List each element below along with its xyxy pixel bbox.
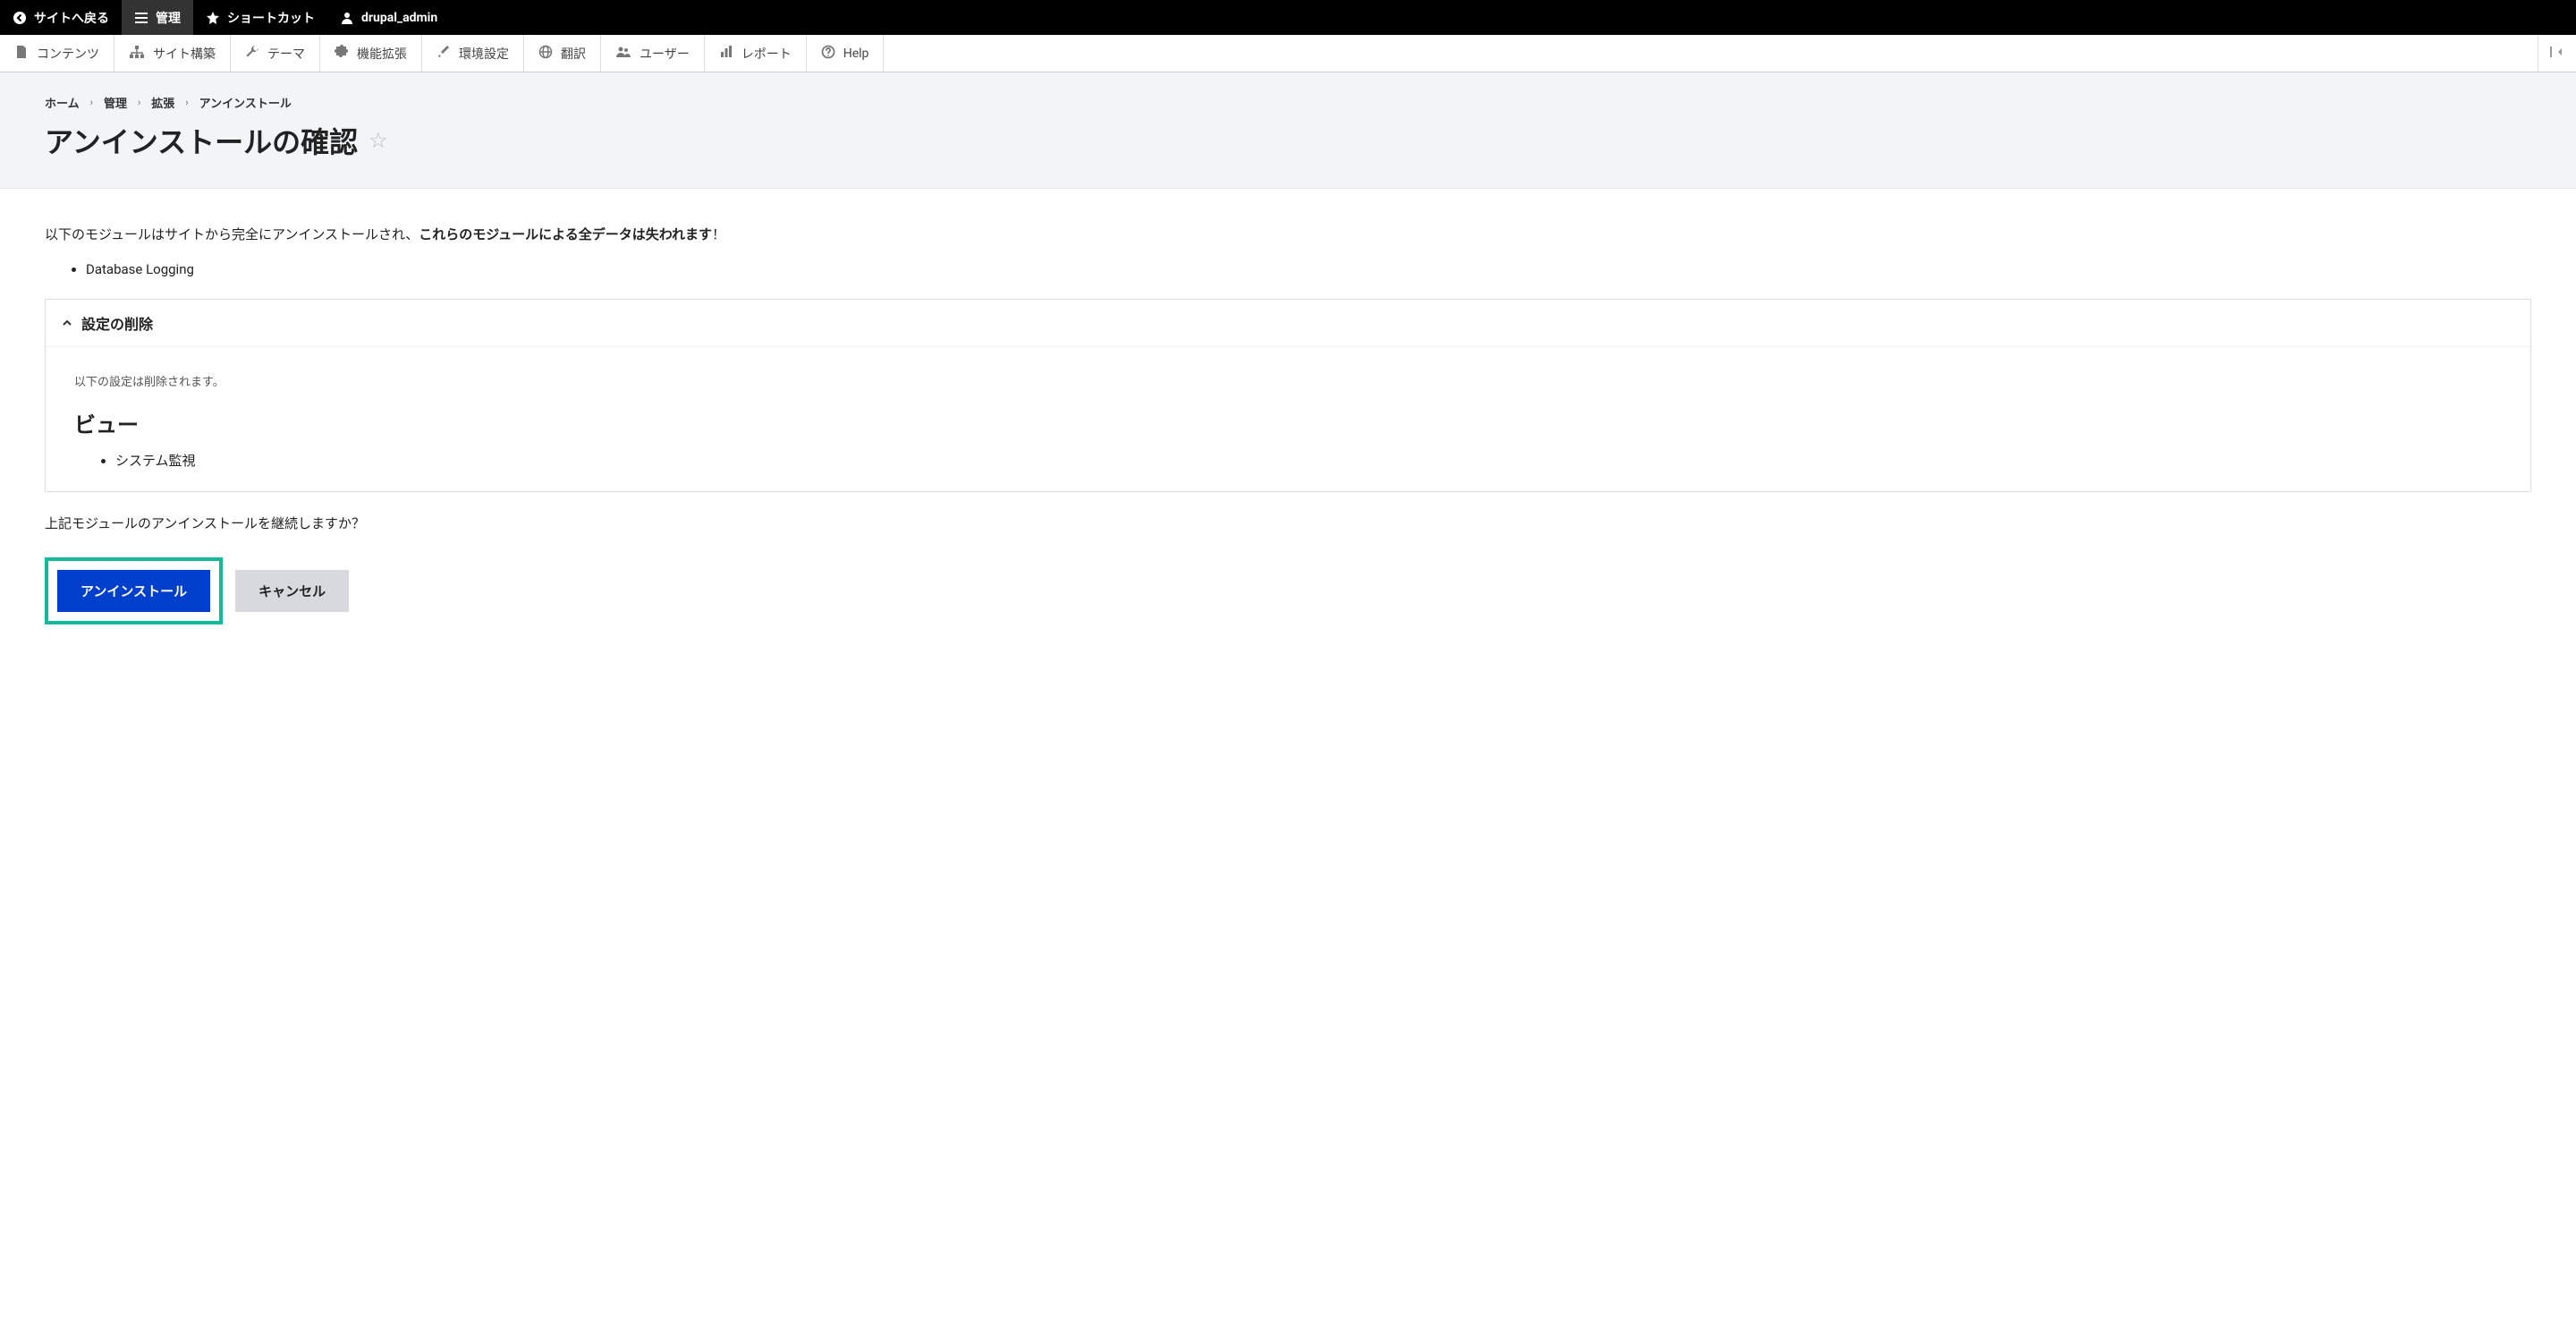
puzzle-icon xyxy=(335,45,349,63)
menu-people-label: ユーザー xyxy=(640,45,690,63)
page-title: アンインストールの確認 xyxy=(45,120,358,161)
admin-menu: コンテンツ サイト構築 テーマ 機能拡張 環境設定 翻訳 ユーザー xyxy=(0,35,2576,72)
menu-appearance[interactable]: テーマ xyxy=(231,35,320,72)
collapse-icon xyxy=(2549,45,2565,63)
menu-reports-label: レポート xyxy=(741,45,792,63)
breadcrumb-home[interactable]: ホーム xyxy=(45,94,80,111)
confirm-text: 上記モジュールのアンインストールを継続しますか？ xyxy=(45,514,2531,532)
menu-collapse[interactable] xyxy=(2538,35,2576,72)
user-menu[interactable]: drupal_admin xyxy=(327,0,450,35)
page-title-wrap: アンインストールの確認 ☆ xyxy=(45,120,2531,161)
back-arrow-icon xyxy=(13,11,27,25)
people-icon xyxy=(615,45,631,63)
manage-label: 管理 xyxy=(156,9,181,27)
menu-extend[interactable]: 機能拡張 xyxy=(320,35,422,72)
breadcrumb-admin[interactable]: 管理 xyxy=(104,94,127,111)
chevron-right-icon: › xyxy=(138,97,140,108)
top-toolbar: サイトへ戻る 管理 ショートカット drupal_admin xyxy=(0,0,2576,35)
menu-translate-label: 翻訳 xyxy=(561,45,586,63)
user-label: drupal_admin xyxy=(361,11,437,25)
menu-extend-label: 機能拡張 xyxy=(357,45,407,63)
config-deletion-details: 設定の削除 以下の設定は削除されます。 ビュー システム監視 xyxy=(45,299,2531,492)
intro-text: 以下のモジュールはサイトから完全にアンインストールされ、これらのモジュールによる… xyxy=(45,225,2531,243)
star-icon xyxy=(206,11,220,25)
details-summary[interactable]: 設定の削除 xyxy=(46,300,2530,347)
intro-prefix: 以下のモジュールはサイトから完全にアンインストールされ、 xyxy=(45,226,419,242)
menu-structure-label: サイト構築 xyxy=(153,45,216,63)
back-to-site[interactable]: サイトへ戻る xyxy=(0,0,122,35)
file-icon xyxy=(14,45,29,63)
breadcrumb: ホーム › 管理 › 拡張 › アンインストール xyxy=(45,94,2531,111)
menu-config[interactable]: 環境設定 xyxy=(422,35,524,72)
header-region: ホーム › 管理 › 拡張 › アンインストール アンインストールの確認 ☆ xyxy=(0,72,2576,189)
details-summary-label: 設定の削除 xyxy=(81,312,153,334)
details-list-item: システム監視 xyxy=(115,451,2502,470)
uninstall-button[interactable]: アンインストール xyxy=(57,570,210,612)
shortcuts-label: ショートカット xyxy=(227,9,315,27)
shortcuts-toggle[interactable]: ショートカット xyxy=(193,0,327,35)
intro-bold: これらのモジュールによる全データは失われます xyxy=(419,226,712,242)
intro-suffix: ！ xyxy=(712,226,725,242)
back-to-site-label: サイトへ戻る xyxy=(34,9,109,27)
structure-icon xyxy=(129,45,145,63)
menu-structure[interactable]: サイト構築 xyxy=(114,35,231,72)
tool-icon xyxy=(436,45,451,63)
menu-content[interactable]: コンテンツ xyxy=(0,35,114,72)
chevron-right-icon: › xyxy=(185,97,188,108)
details-heading: ビュー xyxy=(74,407,2502,438)
shortcut-star-icon[interactable]: ☆ xyxy=(369,128,388,153)
chart-icon xyxy=(719,45,733,63)
wrench-icon xyxy=(245,45,259,63)
hamburger-icon xyxy=(134,11,148,25)
details-body: 以下の設定は削除されます。 ビュー システム監視 xyxy=(46,347,2530,491)
module-list: Database Logging xyxy=(86,261,2531,277)
menu-appearance-label: テーマ xyxy=(267,45,305,63)
user-icon xyxy=(340,11,354,25)
menu-spacer xyxy=(884,35,2538,72)
chevron-right-icon: › xyxy=(90,97,93,108)
main-content: 以下のモジュールはサイトから完全にアンインストールされ、これらのモジュールによる… xyxy=(0,189,2576,660)
manage-toggle[interactable]: 管理 xyxy=(122,0,193,35)
menu-config-label: 環境設定 xyxy=(459,45,509,63)
action-buttons: アンインストール キャンセル xyxy=(45,557,2531,624)
breadcrumb-uninstall[interactable]: アンインストール xyxy=(199,94,292,111)
breadcrumb-extend[interactable]: 拡張 xyxy=(151,94,174,111)
menu-help-label: Help xyxy=(843,47,869,61)
highlight-box: アンインストール xyxy=(45,557,223,624)
details-note: 以下の設定は削除されます。 xyxy=(74,372,2502,389)
details-list: システム監視 xyxy=(115,451,2502,470)
menu-translate[interactable]: 翻訳 xyxy=(524,35,601,72)
menu-reports[interactable]: レポート xyxy=(705,35,807,72)
module-item: Database Logging xyxy=(86,261,2531,277)
cancel-button[interactable]: キャンセル xyxy=(235,570,349,612)
menu-people[interactable]: ユーザー xyxy=(601,35,705,72)
menu-content-label: コンテンツ xyxy=(37,45,99,63)
globe-icon xyxy=(538,45,553,63)
chevron-up-icon xyxy=(62,315,72,332)
help-icon xyxy=(821,45,835,63)
menu-help[interactable]: Help xyxy=(807,35,885,72)
